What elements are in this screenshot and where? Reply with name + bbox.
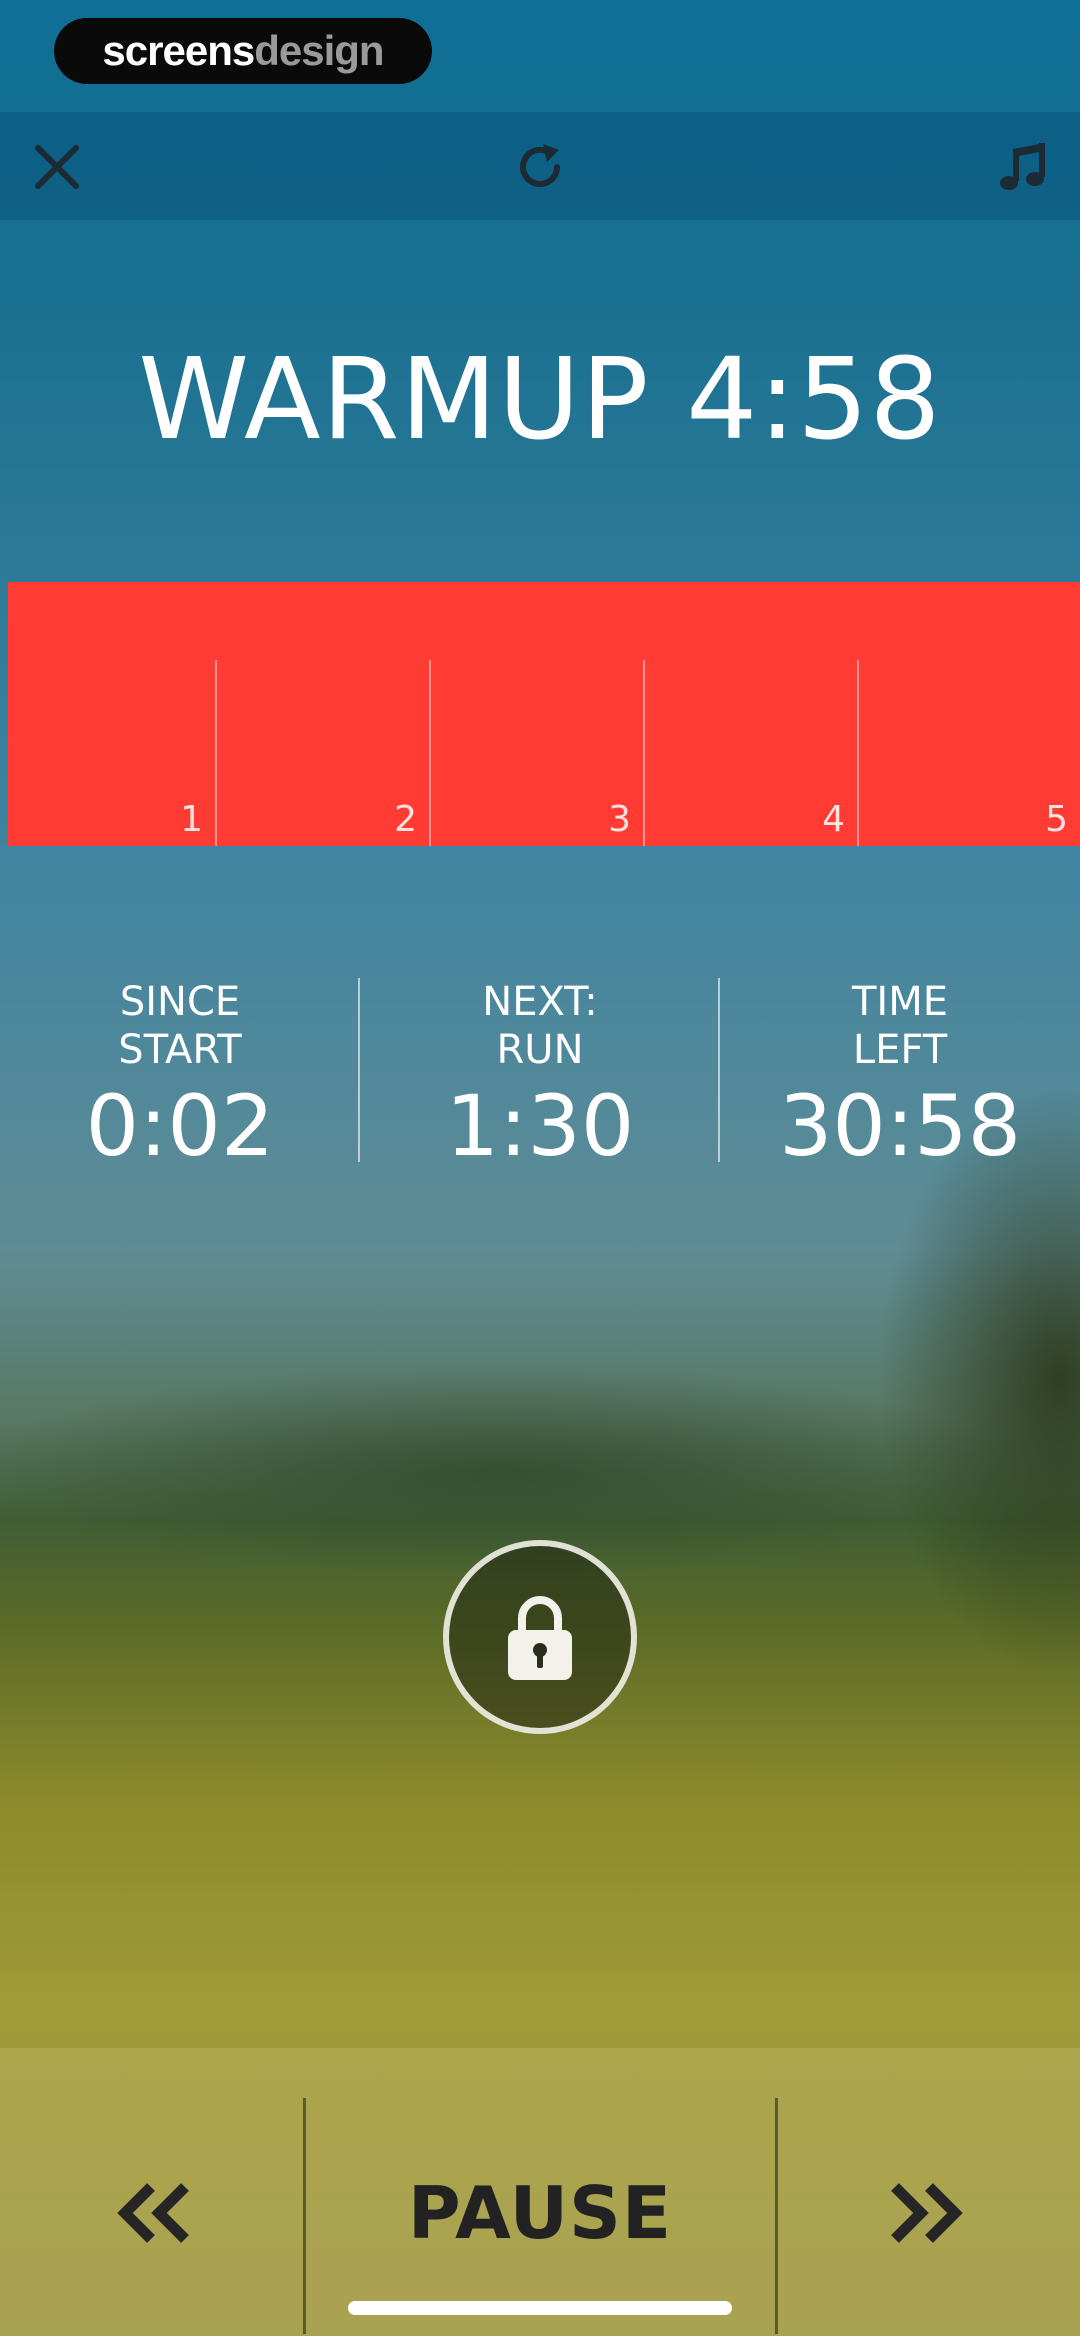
segment-number: 3 bbox=[608, 799, 631, 840]
segment-number: 4 bbox=[822, 799, 845, 840]
segment-number: 5 bbox=[1045, 799, 1068, 840]
interval-segments: 1 2 3 4 5 bbox=[8, 582, 1080, 846]
brand-logo-part1: screens bbox=[102, 27, 255, 74]
double-chevron-right-icon bbox=[891, 2183, 963, 2243]
stat-value: 30:58 bbox=[778, 1077, 1022, 1175]
close-button[interactable] bbox=[22, 132, 92, 202]
stat-label: LEFT bbox=[852, 1027, 948, 1073]
double-chevron-left-icon bbox=[117, 2183, 189, 2243]
stat-label: TIME bbox=[851, 979, 948, 1025]
top-toolbar bbox=[0, 112, 1080, 220]
stat-value: 1:30 bbox=[445, 1077, 635, 1175]
bottom-controls: PAUSE bbox=[0, 2048, 1080, 2336]
lock-icon bbox=[508, 1596, 572, 1680]
segment-5: 5 bbox=[859, 582, 1080, 846]
stat-next: NEXT: RUN 1:30 bbox=[360, 978, 720, 1176]
refresh-button[interactable] bbox=[505, 132, 575, 202]
segment-2: 2 bbox=[217, 582, 429, 846]
refresh-icon bbox=[520, 144, 560, 187]
pause-button[interactable]: PAUSE bbox=[306, 2158, 774, 2268]
stats-row: SINCE START 0:02 NEXT: RUN 1:30 TIME LEF… bbox=[0, 978, 1080, 1175]
stat-value: 0:02 bbox=[85, 1077, 275, 1175]
segment-number: 2 bbox=[394, 799, 417, 840]
control-divider bbox=[775, 2098, 778, 2334]
close-icon bbox=[35, 145, 79, 189]
next-interval-button[interactable] bbox=[870, 2158, 980, 2268]
stat-label: SINCE bbox=[119, 979, 241, 1025]
previous-interval-button[interactable] bbox=[100, 2158, 210, 2268]
lock-button[interactable] bbox=[443, 1540, 637, 1734]
brand-logo-part2: design bbox=[254, 27, 384, 74]
stat-time-left: TIME LEFT 30:58 bbox=[720, 978, 1080, 1176]
segment-1: 1 bbox=[8, 582, 215, 846]
segment-number: 1 bbox=[180, 799, 203, 840]
home-indicator[interactable] bbox=[348, 2301, 732, 2315]
stat-label: RUN bbox=[496, 1027, 584, 1073]
segment-4: 4 bbox=[645, 582, 857, 846]
stat-label: NEXT: bbox=[482, 979, 598, 1025]
segment-3: 3 bbox=[431, 582, 643, 846]
brand-logo: screens design bbox=[54, 18, 432, 84]
stat-since-start: SINCE START 0:02 bbox=[0, 978, 360, 1176]
phase-title: WARMUP 4:58 bbox=[138, 335, 942, 465]
music-note-icon bbox=[1000, 143, 1045, 190]
stat-label: START bbox=[118, 1027, 242, 1073]
music-button[interactable] bbox=[988, 132, 1058, 202]
